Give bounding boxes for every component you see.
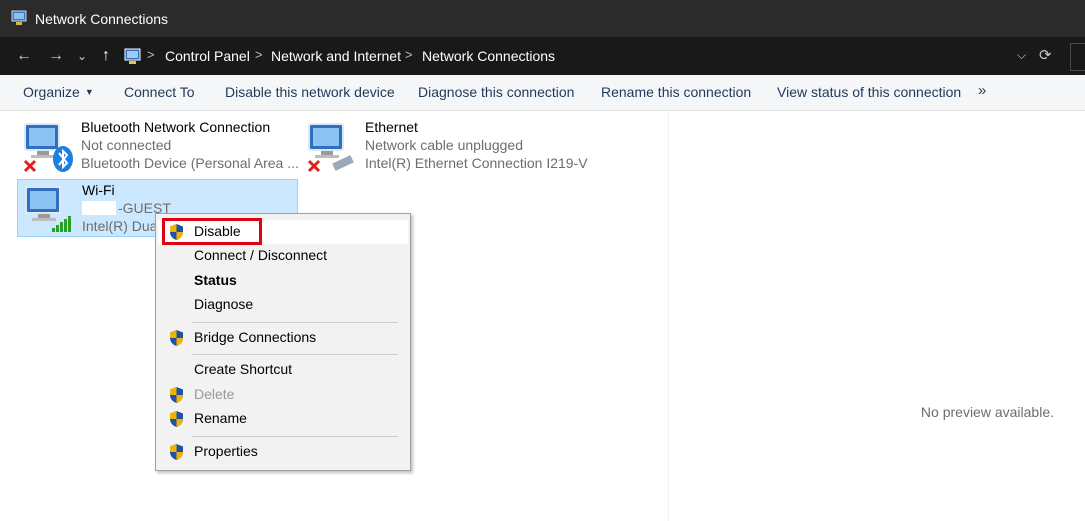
menu-item-label: Properties [194,443,258,459]
up-button[interactable]: ↑ [96,46,116,66]
connection-item-bluetooth[interactable]: Bluetooth Network Connection Not connect… [17,117,299,173]
breadcrumb-control-panel[interactable]: Control Panel [165,48,250,64]
menu-item-properties[interactable]: Properties [158,440,408,464]
connection-device: Bluetooth Device (Personal Area ... [81,155,299,171]
menu-item-connect-disconnect[interactable]: Connect / Disconnect [158,244,408,268]
uac-shield-icon [170,387,183,403]
preview-pane: No preview available. [668,111,1085,521]
more-commands-button[interactable]: » [978,82,986,99]
menu-item-delete: Delete [158,383,408,407]
connection-item-ethernet[interactable]: Ethernet Network cable unplugged Intel(R… [301,117,591,173]
breadcrumb-separator: > [147,47,155,62]
menu-item-rename[interactable]: Rename [158,407,408,431]
menu-item-label: Create Shortcut [194,361,293,377]
menu-item-label: Connect / Disconnect [194,247,328,263]
uac-shield-icon [170,411,183,427]
breadcrumb-network-connections[interactable]: Network Connections [422,48,555,64]
breadcrumb-separator: > [405,47,413,62]
address-dropdown-chevron-icon[interactable]: ⌵ [1017,48,1026,63]
wifi-network-icon [25,186,71,232]
rename-connection-button[interactable]: Rename this connection [601,84,751,100]
breadcrumb-network-and-internet[interactable]: Network and Internet [271,48,401,64]
menu-separator [192,322,398,323]
uac-shield-icon [170,444,183,460]
menu-item-label: Diagnose [194,296,254,312]
connection-name: Bluetooth Network Connection [81,119,271,135]
forward-button[interactable]: → [46,46,66,66]
no-preview-text: No preview available. [920,404,1054,420]
disable-device-button[interactable]: Disable this network device [225,84,395,100]
organize-label: Organize [23,84,80,100]
search-input[interactable] [1070,43,1085,71]
caret-down-icon: ▼ [84,87,94,97]
control-panel-icon [124,48,141,64]
connection-status: Network cable unplugged [365,137,523,153]
menu-item-status[interactable]: Status [158,269,408,293]
title-bar: Network Connections [0,0,1085,37]
menu-item-create-shortcut[interactable]: Create Shortcut [158,358,408,382]
disable-highlight-annotation [162,218,262,245]
organize-button[interactable]: Organize ▼ [23,84,94,100]
network-connections-icon [11,10,27,25]
ethernet-network-icon [307,123,354,173]
connection-name: Wi-Fi [82,182,115,198]
connection-status: Not connected [81,137,172,153]
connection-device: Intel(R) Ethernet Connection I219-V [365,155,588,171]
command-bar: Organize ▼ Connect To Disable this networ… [0,75,1085,111]
menu-separator [192,436,398,437]
menu-separator [192,354,398,355]
refresh-icon[interactable]: ⟳ [1039,46,1052,64]
connection-device: Intel(R) Dual [82,218,161,234]
bluetooth-network-icon [23,123,73,173]
connect-to-button[interactable]: Connect To [124,84,195,100]
address-bar[interactable]: > Control Panel > Network and Internet >… [120,43,1064,71]
back-button[interactable]: ← [14,46,34,66]
menu-item-label: Rename [194,410,247,426]
menu-item-label: Status [194,272,237,288]
context-menu: Disable Connect / Disconnect Status Diag… [155,213,411,471]
uac-shield-icon [170,330,183,346]
diagnose-connection-button[interactable]: Diagnose this connection [418,84,574,100]
menu-item-diagnose[interactable]: Diagnose [158,293,408,317]
connection-name: Ethernet [365,119,418,135]
menu-item-bridge-connections[interactable]: Bridge Connections [158,326,408,350]
recent-locations-chevron-icon[interactable]: ⌄ [72,46,92,66]
address-row: ← → ⌄ ↑ > Control Panel > Network and In… [0,37,1085,75]
menu-item-label: Delete [194,386,235,402]
breadcrumb-separator: > [255,47,263,62]
window-title: Network Connections [35,11,169,27]
view-status-button[interactable]: View status of this connection [777,84,961,100]
redacted-ssid [82,201,116,215]
menu-item-label: Bridge Connections [194,329,317,345]
